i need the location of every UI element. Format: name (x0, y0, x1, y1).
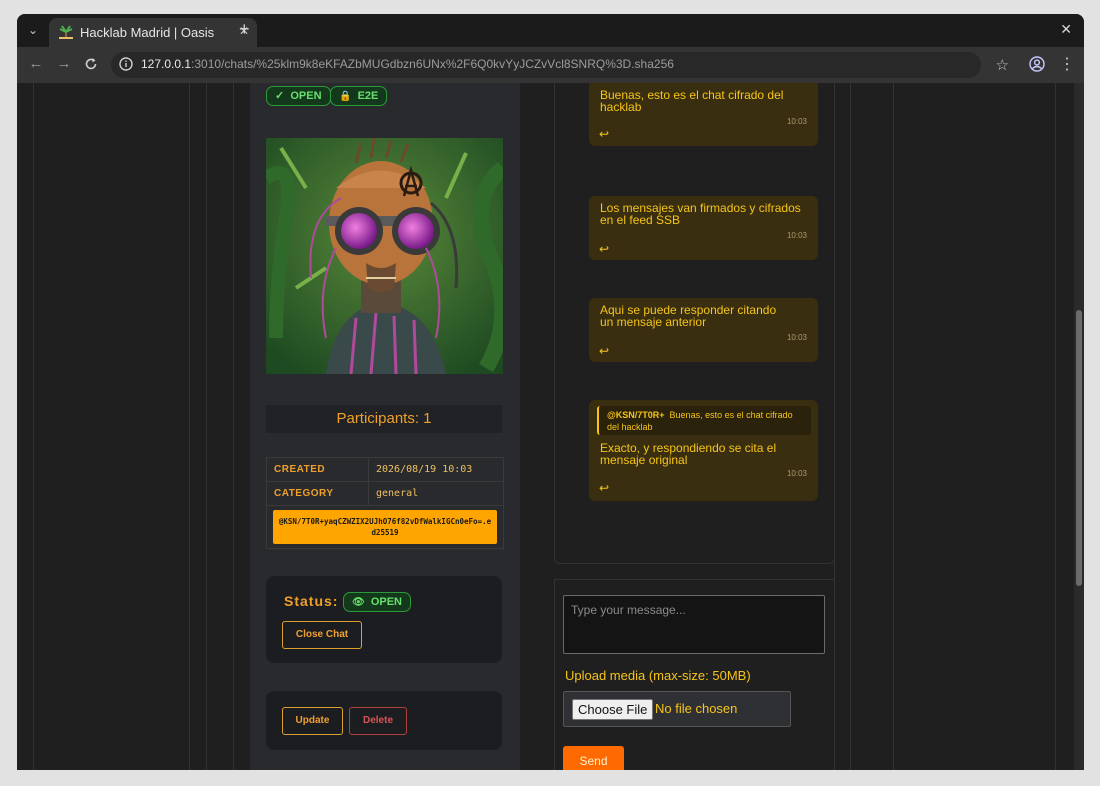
browser-toolbar: ← → 127.0.0.1:3010/chats/%25klm9k8eKFAZb… (17, 47, 1084, 83)
quote-content: @KSN/7T0R+ Buenas, esto es el chat cifrad… (607, 409, 803, 433)
close-chat-button[interactable]: Close Chat (282, 621, 362, 649)
reply-icon[interactable]: ↩ (599, 127, 609, 141)
page-viewport: ✓ OPEN 🔒 E2E Participants: 1 CREATED 202… (17, 83, 1084, 770)
upload-media-label: Upload media (max-size: 50MB) (565, 668, 751, 683)
reply-icon[interactable]: ↩ (599, 481, 609, 495)
created-value: 2026/08/19 10:03 (376, 464, 473, 475)
tab-title: Hacklab Madrid | Oasis (80, 25, 215, 40)
e2e-badge-label: E2E (357, 90, 379, 102)
cell-divider (368, 458, 369, 481)
message-time: 10:03 (786, 117, 807, 126)
quote-author: @KSN/7T0R+ (607, 410, 665, 420)
chat-message: @KSN/7T0R+ Buenas, esto es el chat cifrad… (589, 400, 818, 501)
tab-strip: ⌄ Hacklab Madrid | Oasis ✕ + ✕ (17, 14, 1084, 47)
actions-box: Update Delete (266, 691, 502, 750)
divider (206, 83, 207, 770)
status-box: Status: 👁 OPEN Close Chat (266, 576, 502, 663)
status-label: Status: (284, 593, 339, 609)
divider (893, 83, 894, 770)
status-badge-label: OPEN (370, 596, 403, 608)
message-text: Los mensajes van firmados y cifrados en … (600, 201, 801, 227)
close-window-button[interactable]: ✕ (1060, 21, 1072, 38)
message-text: Exacto, y respondiendo se cita el mensaj… (600, 441, 777, 467)
browser-window: ⌄ Hacklab Madrid | Oasis ✕ + ✕ ← → 127.0… (17, 14, 1084, 770)
new-tab-button[interactable]: + (239, 19, 250, 40)
category-value: general (376, 488, 419, 499)
author-id-link[interactable]: @KSN/7T0R+yaqCZWZIX2UJhO76f82vDfWalkIGCn… (273, 510, 497, 544)
back-icon[interactable]: ← (26, 55, 46, 72)
update-button[interactable]: Update (282, 707, 343, 735)
url-path: :3010/chats/%25klm9k8eKFAZbMUGdbzn6UNx%2… (191, 57, 674, 71)
category-label: CATEGORY (274, 488, 334, 499)
page-scrollbar[interactable] (1074, 83, 1084, 770)
eye-icon: 👁 (352, 597, 365, 608)
url-host: 127.0.0.1 (141, 57, 192, 71)
browser-tab[interactable]: Hacklab Madrid | Oasis ✕ (49, 18, 257, 47)
url-text: 127.0.0.1:3010/chats/%25klm9k8eKFAZbMUGd… (141, 57, 674, 71)
reply-icon[interactable]: ↩ (599, 344, 609, 358)
message-text: Buenas, esto es el chat cifrado del hack… (600, 88, 784, 114)
site-info-icon[interactable] (119, 57, 133, 71)
compose-form: Type your message... Upload media (max-s… (554, 579, 835, 770)
check-icon: ✓ (275, 90, 285, 102)
created-row: CREATED 2026/08/19 10:03 (267, 458, 503, 482)
status-open-badge: 👁 OPEN (343, 592, 412, 612)
forward-icon[interactable]: → (54, 55, 74, 72)
profile-icon[interactable] (1029, 56, 1045, 72)
category-row: CATEGORY general (267, 482, 503, 506)
oasis-favicon-icon (59, 25, 73, 39)
divider (850, 83, 851, 770)
open-badge-label: OPEN (290, 90, 322, 102)
message-time: 10:03 (786, 469, 807, 478)
reply-icon[interactable]: ↩ (599, 242, 609, 256)
reload-icon[interactable] (84, 57, 98, 71)
divider (33, 83, 34, 770)
message-time: 10:03 (786, 333, 807, 342)
divider (189, 83, 190, 770)
chat-message: Aqui se puede responder citando un mensa… (589, 298, 818, 362)
divider (233, 83, 234, 770)
cell-divider (368, 482, 369, 505)
delete-button[interactable]: Delete (349, 707, 407, 735)
choose-file-button[interactable]: Choose File (572, 699, 654, 720)
cyberpunk-avatar-image (266, 138, 503, 374)
message-input-placeholder: Type your message... (571, 603, 686, 617)
send-button[interactable]: Send (563, 746, 624, 770)
chat-meta-table: CREATED 2026/08/19 10:03 CATEGORY genera… (266, 457, 504, 549)
scrollbar-thumb[interactable] (1076, 310, 1082, 586)
divider (1055, 83, 1056, 770)
browser-menu-icon[interactable]: ⋮ (1059, 54, 1075, 74)
lock-icon: 🔒 (339, 91, 352, 102)
message-input[interactable]: Type your message... (563, 595, 825, 654)
author-row: @KSN/7T0R+yaqCZWZIX2UJhO76f82vDfWalkIGCn… (267, 510, 503, 544)
open-badge: ✓ OPEN (266, 86, 331, 106)
file-status-text: No file chosen (655, 701, 738, 716)
quoted-message[interactable]: @KSN/7T0R+ Buenas, esto es el chat cifrad… (597, 406, 811, 435)
created-label: CREATED (274, 464, 326, 475)
chat-message: Buenas, esto es el chat cifrado del hack… (589, 83, 818, 146)
chat-info-panel: ✓ OPEN 🔒 E2E Participants: 1 CREATED 202… (250, 83, 520, 770)
file-upload-input[interactable]: Choose File No file chosen (563, 691, 791, 727)
message-text: Aqui se puede responder citando un mensa… (600, 303, 777, 329)
message-time: 10:03 (786, 231, 807, 240)
bookmark-star-icon[interactable]: ☆ (996, 56, 1009, 74)
participants-count: Participants: 1 (266, 405, 502, 433)
tab-search-menu-icon[interactable]: ⌄ (23, 20, 43, 40)
chat-message: Los mensajes van firmados y cifrados en … (589, 196, 818, 260)
e2e-badge: 🔒 E2E (330, 86, 388, 106)
address-bar[interactable]: 127.0.0.1:3010/chats/%25klm9k8eKFAZbMUGd… (111, 52, 1009, 78)
